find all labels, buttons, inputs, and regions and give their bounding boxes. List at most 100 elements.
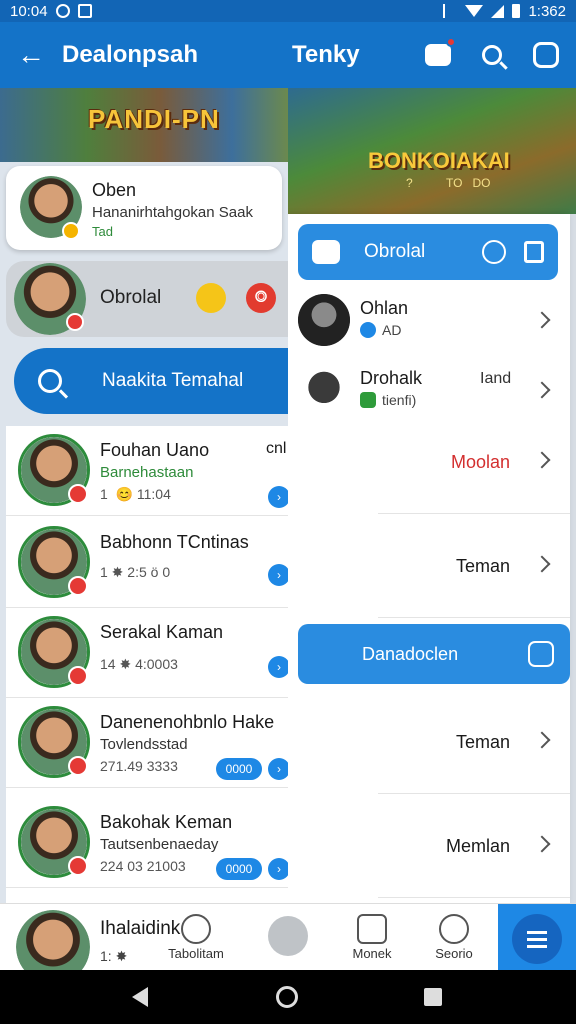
red-badge-icon	[68, 756, 88, 776]
compose-button[interactable]	[530, 39, 562, 71]
list-item[interactable]: Fouhan Uano cnl Barnehastaan 1 😊 11:04 ›	[6, 426, 290, 516]
red-badge-icon	[68, 576, 88, 596]
compose-icon	[533, 42, 559, 68]
ad-icon	[360, 322, 376, 338]
chevron-right-icon	[533, 731, 551, 749]
chat-card[interactable]: Obrolal ⭗	[6, 261, 290, 337]
chat-time: 1 😊 11:04	[100, 486, 171, 502]
avatar	[298, 294, 350, 346]
chat-name: Danenenohbnlo Hake	[100, 712, 275, 732]
tab-tabolitam[interactable]: Tabolitam	[156, 910, 236, 970]
sheet-header-label: Obrolal	[364, 241, 426, 262]
profile-card[interactable]: Oben Hananirhtahgokan Saak Tad	[6, 166, 282, 250]
tab-label: Tabolitam	[168, 946, 224, 961]
chat-time: 14 ✸ 4:0003	[100, 656, 178, 672]
red-badge-icon	[68, 666, 88, 686]
sheet-header[interactable]: Obrolal	[298, 224, 558, 280]
smiley-icon[interactable]	[196, 283, 226, 313]
status-time: 10:04	[10, 2, 48, 20]
chat-menu-sheet: Obrolal Ohlan AD Drohalk Iand tienfi) Mo…	[288, 214, 570, 903]
contact-sub: AD	[382, 322, 402, 338]
page-title: Dealonpsah	[62, 41, 199, 68]
red-action-button[interactable]: ⭗	[246, 283, 276, 313]
menu-item-label: Danadoclen	[362, 643, 459, 664]
menu-item-label: Teman	[455, 732, 510, 752]
system-back-icon[interactable]	[132, 987, 148, 1007]
left-panel: PANDI-PN Oben Hananirhtahgokan Saak Tad …	[0, 88, 290, 903]
chat-time: 271.49 3333	[100, 758, 178, 774]
chat-time: 1 ✸ 2:5 ö 0	[100, 564, 171, 580]
contact-right-text: Iand	[480, 370, 512, 387]
game-banner[interactable]: PANDI-PN	[0, 88, 290, 162]
chat-side-text: cnl	[266, 440, 287, 457]
compose-icon	[528, 641, 554, 667]
list-item[interactable]: Serakal Kaman 14 ✸ 4:0003 ›	[6, 608, 290, 698]
menu-icon[interactable]	[524, 241, 544, 263]
chat-name: Serakal Kaman	[100, 622, 224, 642]
tab-monek[interactable]: Monek	[332, 910, 412, 970]
fab-area	[498, 904, 576, 971]
chevron-right-icon	[533, 451, 551, 469]
list-item[interactable]: Babhonn TCntinas 1 ✸ 2:5 ö 0 ›	[6, 518, 290, 608]
gold-badge-icon	[62, 222, 80, 240]
banner-right-title: BONKOIAKAI	[368, 148, 510, 173]
chevron-right-icon	[533, 311, 551, 329]
notification-dot	[446, 37, 456, 47]
system-home-icon[interactable]	[276, 986, 298, 1008]
red-badge-icon	[68, 856, 88, 876]
menu-item-moolan[interactable]: Moolan	[378, 414, 570, 514]
menu-line	[527, 930, 547, 934]
contact-sub: tienfi)	[382, 392, 417, 408]
list-item[interactable]: Danenenohbnlo Hake Tovlendsstad 271.49 3…	[6, 698, 290, 788]
menu-item-label: Teman	[455, 556, 510, 576]
chat-time: 224 03 21003	[100, 858, 186, 874]
banner-right-sub: ? TO DO	[406, 176, 491, 190]
contact-sub-row: AD	[360, 322, 401, 338]
menu-button[interactable]	[512, 914, 562, 964]
neutral-face-icon[interactable]	[268, 916, 308, 956]
unread-icon: ›	[268, 656, 290, 678]
menu-item-danadoclen[interactable]: Danadoclen	[298, 624, 570, 684]
bottom-nav: Ihalaidink 1: ✸ Tabolitam Monek Seorio	[0, 903, 576, 984]
chat-icon	[312, 240, 340, 264]
chat-icon	[425, 44, 451, 66]
tab-label: Monek	[352, 946, 392, 961]
search-button[interactable]	[476, 39, 508, 71]
contact-name: Ohlan	[360, 298, 409, 318]
unread-icon: ›	[268, 486, 290, 508]
chevron-right-icon	[533, 381, 551, 399]
system-recents-icon[interactable]	[424, 988, 442, 1006]
app-bar: ← Dealonpsah Tenky	[0, 22, 576, 88]
avatar	[298, 364, 350, 416]
tab-seorio[interactable]: Seorio	[414, 910, 494, 970]
game-banner-right[interactable]: BONKOIAKAI ? TO DO	[288, 88, 576, 214]
notification-icon	[77, 4, 92, 18]
menu-item-teman-2[interactable]: Teman	[378, 694, 570, 794]
page-title-right: Tenky	[292, 41, 360, 68]
chat-name: Bakohak Keman	[100, 812, 233, 832]
banner-title: PANDI-PN	[88, 104, 220, 134]
red-badge-icon	[66, 313, 84, 331]
tab-label: Seorio	[435, 946, 473, 961]
signal-icon	[491, 4, 505, 18]
menu-item-teman[interactable]: Teman	[378, 518, 570, 618]
red-badge-icon	[68, 484, 88, 504]
menu-item-label: Moolan	[450, 452, 510, 472]
wifi-icon	[465, 5, 484, 17]
search-pill[interactable]: Naakita Temahal	[14, 348, 290, 414]
search-icon[interactable]	[482, 240, 506, 264]
contact-item[interactable]: Ohlan AD	[288, 290, 570, 360]
battery-text: 1:362	[528, 2, 566, 20]
bluetooth-icon	[443, 4, 457, 18]
list-item[interactable]: Bakohak Keman Tautsenbenaeday 224 03 210…	[6, 798, 290, 888]
user-sub: 1: ✸	[100, 948, 128, 964]
back-arrow-icon[interactable]: ←	[0, 22, 62, 88]
chat-button[interactable]	[422, 37, 456, 71]
menu-line	[527, 944, 547, 948]
profile-subtitle: Hananirhtahgokan Saak	[92, 204, 253, 221]
contact-name: Drohalk	[360, 368, 423, 388]
chat-list: Fouhan Uano cnl Barnehastaan 1 😊 11:04 ›…	[6, 426, 290, 903]
menu-item-label: Memlan	[445, 836, 510, 856]
menu-item-memlan[interactable]: Memlan	[378, 798, 570, 898]
profile-meta: Tad	[92, 224, 113, 239]
